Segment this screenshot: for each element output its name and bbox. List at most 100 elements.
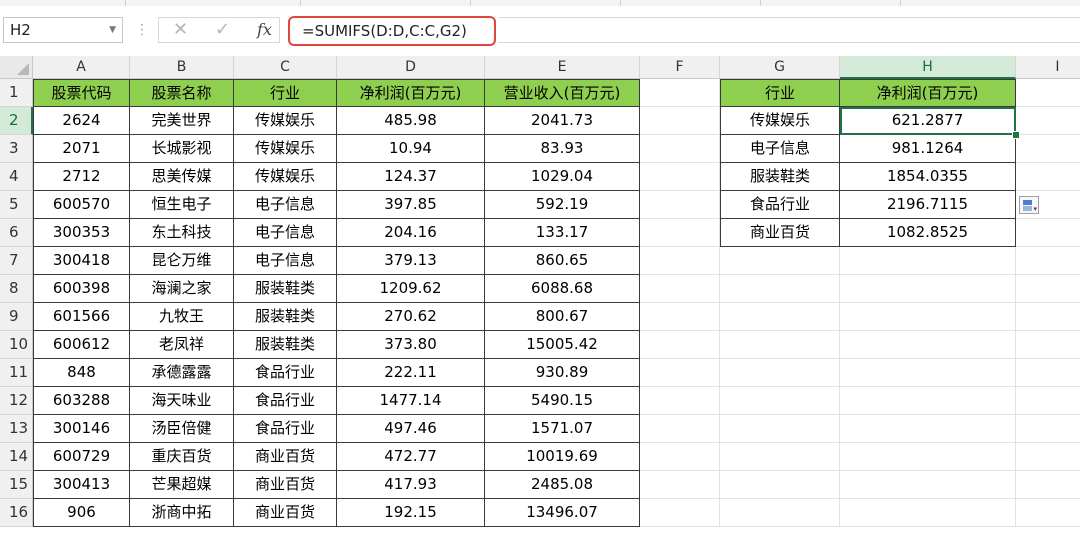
cell-d4[interactable]: 124.37 (337, 163, 485, 191)
cell-d9[interactable]: 270.62 (337, 303, 485, 331)
column-header-g[interactable]: G (720, 56, 840, 79)
cell-b14[interactable]: 重庆百货 (130, 443, 234, 471)
row-header-3[interactable]: 3 (0, 135, 33, 163)
row-header-13[interactable]: 13 (0, 415, 33, 443)
cell-g2[interactable]: 传媒娱乐 (720, 107, 840, 135)
row-header-15[interactable]: 15 (0, 471, 33, 499)
row-header-2[interactable]: 2 (0, 107, 33, 135)
cell-h2[interactable]: 621.2877 (840, 107, 1016, 135)
cell-e10[interactable]: 15005.42 (485, 331, 640, 359)
cell-a8[interactable]: 600398 (33, 275, 130, 303)
cell-a12[interactable]: 603288 (33, 387, 130, 415)
cell-i13[interactable] (1016, 415, 1080, 443)
cell-g4[interactable]: 服装鞋类 (720, 163, 840, 191)
cell-h9[interactable] (840, 303, 1016, 331)
cell-d13[interactable]: 497.46 (337, 415, 485, 443)
column-header-c[interactable]: C (234, 56, 337, 79)
cell-b5[interactable]: 恒生电子 (130, 191, 234, 219)
cell-g9[interactable] (720, 303, 840, 331)
row-header-5[interactable]: 5 (0, 191, 33, 219)
column-header-i[interactable]: I (1016, 56, 1080, 79)
cell-c8[interactable]: 服装鞋类 (234, 275, 337, 303)
cell-c12[interactable]: 食品行业 (234, 387, 337, 415)
cell-f7[interactable] (640, 247, 720, 275)
cell-g6[interactable]: 商业百货 (720, 219, 840, 247)
row-header-11[interactable]: 11 (0, 359, 33, 387)
cell-i1[interactable] (1016, 79, 1080, 107)
cell-a14[interactable]: 600729 (33, 443, 130, 471)
cell-e13[interactable]: 1571.07 (485, 415, 640, 443)
cell-d14[interactable]: 472.77 (337, 443, 485, 471)
cell-d1[interactable]: 净利润(百万元) (337, 79, 485, 107)
cell-h7[interactable] (840, 247, 1016, 275)
column-header-f[interactable]: F (640, 56, 720, 79)
cell-i2[interactable] (1016, 107, 1080, 135)
cell-d6[interactable]: 204.16 (337, 219, 485, 247)
cell-g5[interactable]: 食品行业 (720, 191, 840, 219)
cell-h13[interactable] (840, 415, 1016, 443)
cell-e11[interactable]: 930.89 (485, 359, 640, 387)
cell-g14[interactable] (720, 443, 840, 471)
cell-f1[interactable] (640, 79, 720, 107)
cell-i10[interactable] (1016, 331, 1080, 359)
cell-h4[interactable]: 1854.0355 (840, 163, 1016, 191)
enter-icon[interactable]: ✓ (215, 19, 230, 41)
column-header-h[interactable]: H (840, 56, 1016, 79)
cell-b6[interactable]: 东土科技 (130, 219, 234, 247)
cell-i16[interactable] (1016, 499, 1080, 527)
cell-g11[interactable] (720, 359, 840, 387)
row-header-12[interactable]: 12 (0, 387, 33, 415)
cell-b10[interactable]: 老凤祥 (130, 331, 234, 359)
cell-i15[interactable] (1016, 471, 1080, 499)
cell-d11[interactable]: 222.11 (337, 359, 485, 387)
cell-h5[interactable]: 2196.7115 (840, 191, 1016, 219)
cell-e15[interactable]: 2485.08 (485, 471, 640, 499)
cell-a15[interactable]: 300413 (33, 471, 130, 499)
cell-d8[interactable]: 1209.62 (337, 275, 485, 303)
cell-i3[interactable] (1016, 135, 1080, 163)
cell-e4[interactable]: 1029.04 (485, 163, 640, 191)
select-all-button[interactable] (0, 56, 33, 79)
cell-c4[interactable]: 传媒娱乐 (234, 163, 337, 191)
row-header-6[interactable]: 6 (0, 219, 33, 247)
cell-d2[interactable]: 485.98 (337, 107, 485, 135)
cell-c1[interactable]: 行业 (234, 79, 337, 107)
cell-c10[interactable]: 服装鞋类 (234, 331, 337, 359)
cell-f3[interactable] (640, 135, 720, 163)
row-header-4[interactable]: 4 (0, 163, 33, 191)
cell-c16[interactable]: 商业百货 (234, 499, 337, 527)
cell-f4[interactable] (640, 163, 720, 191)
cell-b12[interactable]: 海天味业 (130, 387, 234, 415)
column-header-d[interactable]: D (337, 56, 485, 79)
cell-g16[interactable] (720, 499, 840, 527)
cell-h12[interactable] (840, 387, 1016, 415)
cell-f10[interactable] (640, 331, 720, 359)
cell-b2[interactable]: 完美世界 (130, 107, 234, 135)
column-header-a[interactable]: A (33, 56, 130, 79)
cell-f15[interactable] (640, 471, 720, 499)
cell-e6[interactable]: 133.17 (485, 219, 640, 247)
cell-b4[interactable]: 思美传媒 (130, 163, 234, 191)
cell-a16[interactable]: 906 (33, 499, 130, 527)
cell-e2[interactable]: 2041.73 (485, 107, 640, 135)
cell-e12[interactable]: 5490.15 (485, 387, 640, 415)
row-header-10[interactable]: 10 (0, 331, 33, 359)
cell-e1[interactable]: 营业收入(百万元) (485, 79, 640, 107)
column-header-b[interactable]: B (130, 56, 234, 79)
cancel-icon[interactable]: ✕ (173, 19, 188, 41)
cell-a5[interactable]: 600570 (33, 191, 130, 219)
cell-a1[interactable]: 股票代码 (33, 79, 130, 107)
cell-b13[interactable]: 汤臣倍健 (130, 415, 234, 443)
cell-b3[interactable]: 长城影视 (130, 135, 234, 163)
cell-d5[interactable]: 397.85 (337, 191, 485, 219)
cell-h15[interactable] (840, 471, 1016, 499)
row-header-16[interactable]: 16 (0, 499, 33, 527)
cell-a10[interactable]: 600612 (33, 331, 130, 359)
cell-c6[interactable]: 电子信息 (234, 219, 337, 247)
cell-f16[interactable] (640, 499, 720, 527)
cell-c2[interactable]: 传媒娱乐 (234, 107, 337, 135)
cell-i8[interactable] (1016, 275, 1080, 303)
cell-d15[interactable]: 417.93 (337, 471, 485, 499)
cell-e8[interactable]: 6088.68 (485, 275, 640, 303)
cell-f5[interactable] (640, 191, 720, 219)
